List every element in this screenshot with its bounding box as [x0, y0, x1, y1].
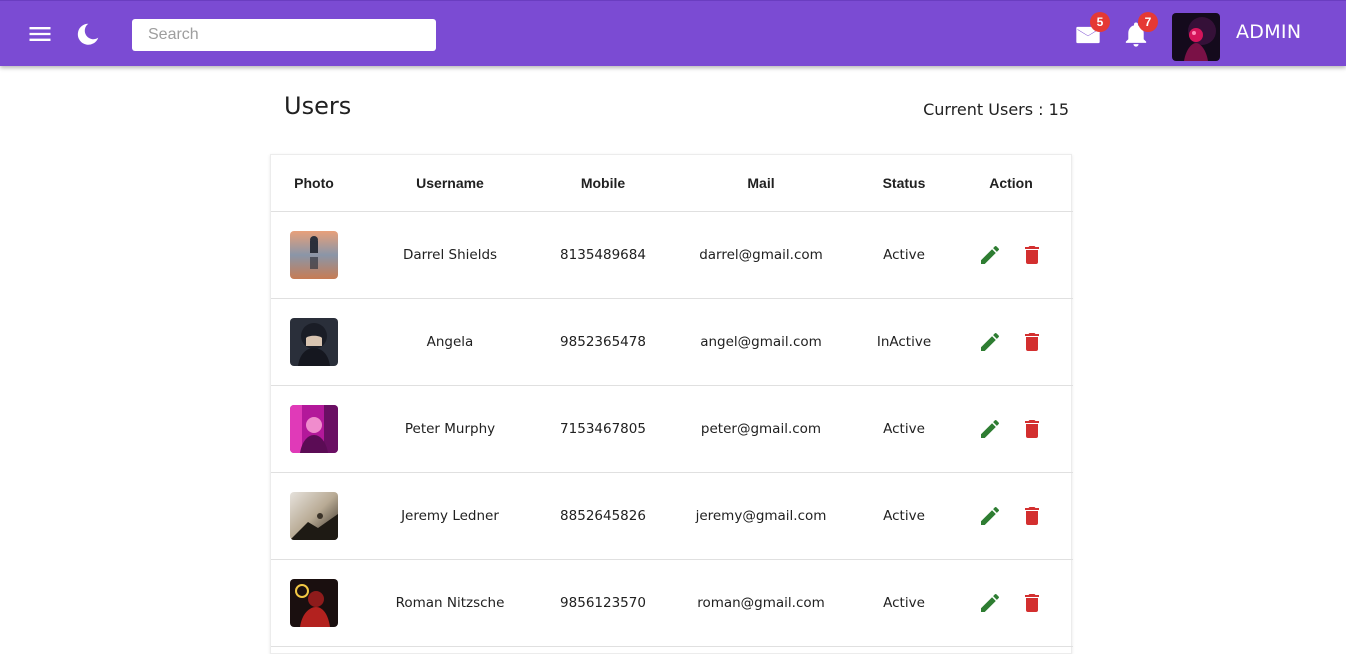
table-row: Darrel Shields 8135489684 darrel@gmail.c… — [271, 211, 1073, 299]
theme-toggle-button[interactable] — [74, 20, 102, 48]
cell-status: Active — [859, 385, 949, 473]
column-header-mail: Mail — [663, 155, 859, 212]
edit-button[interactable] — [978, 591, 1002, 615]
pencil-icon — [981, 419, 999, 438]
trash-icon — [1025, 506, 1039, 525]
table-row: Angela 9852365478 angel@gmail.com InActi… — [271, 298, 1073, 386]
menu-icon — [29, 27, 51, 41]
cell-mobile: 8852645826 — [543, 472, 663, 560]
trash-icon — [1025, 419, 1039, 438]
column-header-photo: Photo — [271, 155, 357, 212]
menu-button[interactable] — [26, 20, 54, 48]
pencil-icon — [981, 506, 999, 525]
cell-mail: angel@gmail.com — [663, 298, 859, 386]
user-photo — [290, 230, 338, 279]
moon-icon — [77, 23, 99, 45]
table-row: Peter Murphy 7153467805 peter@gmail.com … — [271, 385, 1073, 473]
pencil-icon — [981, 332, 999, 351]
cell-status: Active — [859, 472, 949, 560]
cell-username: Darrel Shields — [357, 211, 543, 299]
delete-button[interactable] — [1020, 243, 1044, 267]
cell-mail: roman@gmail.com — [663, 559, 859, 647]
column-header-username: Username — [357, 155, 543, 212]
trash-icon — [1025, 593, 1039, 612]
cell-mail: darrel@gmail.com — [663, 211, 859, 299]
cell-mail: jeremy@gmail.com — [663, 472, 859, 560]
app-bar: 5 7 ADMIN — [0, 0, 1346, 66]
page-title: Users — [284, 92, 352, 120]
delete-button[interactable] — [1020, 591, 1044, 615]
column-header-status: Status — [859, 155, 949, 212]
notifications-button[interactable]: 7 — [1122, 12, 1158, 49]
trash-icon — [1025, 332, 1039, 351]
edit-button[interactable] — [978, 417, 1002, 441]
user-photo — [290, 317, 338, 366]
users-table: Photo Username Mobile Mail Status Action — [271, 155, 1073, 647]
delete-button[interactable] — [1020, 417, 1044, 441]
notifications-badge: 7 — [1138, 12, 1158, 32]
cell-status: Active — [859, 211, 949, 299]
cell-username: Angela — [357, 298, 543, 386]
cell-mobile: 7153467805 — [543, 385, 663, 473]
table-header-row: Photo Username Mobile Mail Status Action — [271, 155, 1073, 212]
pencil-icon — [981, 245, 999, 264]
admin-avatar[interactable] — [1172, 13, 1220, 61]
edit-button[interactable] — [978, 504, 1002, 528]
column-header-mobile: Mobile — [543, 155, 663, 212]
cell-username: Roman Nitzsche — [357, 559, 543, 647]
edit-button[interactable] — [978, 243, 1002, 267]
user-photo — [290, 578, 338, 627]
trash-icon — [1025, 245, 1039, 264]
admin-label[interactable]: ADMIN — [1236, 21, 1301, 45]
cell-mobile: 9852365478 — [543, 298, 663, 386]
search-input[interactable] — [132, 19, 436, 51]
cell-mobile: 8135489684 — [543, 211, 663, 299]
pencil-icon — [981, 593, 999, 612]
current-users-count: Current Users : 15 — [923, 100, 1069, 119]
cell-status: InActive — [859, 298, 949, 386]
user-photo — [290, 404, 338, 453]
mail-button[interactable]: 5 — [1074, 12, 1110, 49]
edit-button[interactable] — [978, 330, 1002, 354]
cell-username: Jeremy Ledner — [357, 472, 543, 560]
table-row: Roman Nitzsche 9856123570 roman@gmail.co… — [271, 559, 1073, 647]
cell-username: Peter Murphy — [357, 385, 543, 473]
cell-mail: peter@gmail.com — [663, 385, 859, 473]
mail-badge: 5 — [1090, 12, 1110, 32]
delete-button[interactable] — [1020, 504, 1044, 528]
cell-status: Active — [859, 559, 949, 647]
column-header-action: Action — [949, 155, 1073, 212]
user-photo — [290, 491, 338, 540]
cell-mobile: 9856123570 — [543, 559, 663, 647]
table-row: Jeremy Ledner 8852645826 jeremy@gmail.co… — [271, 472, 1073, 560]
delete-button[interactable] — [1020, 330, 1044, 354]
users-table-card: Photo Username Mobile Mail Status Action — [270, 154, 1073, 654]
